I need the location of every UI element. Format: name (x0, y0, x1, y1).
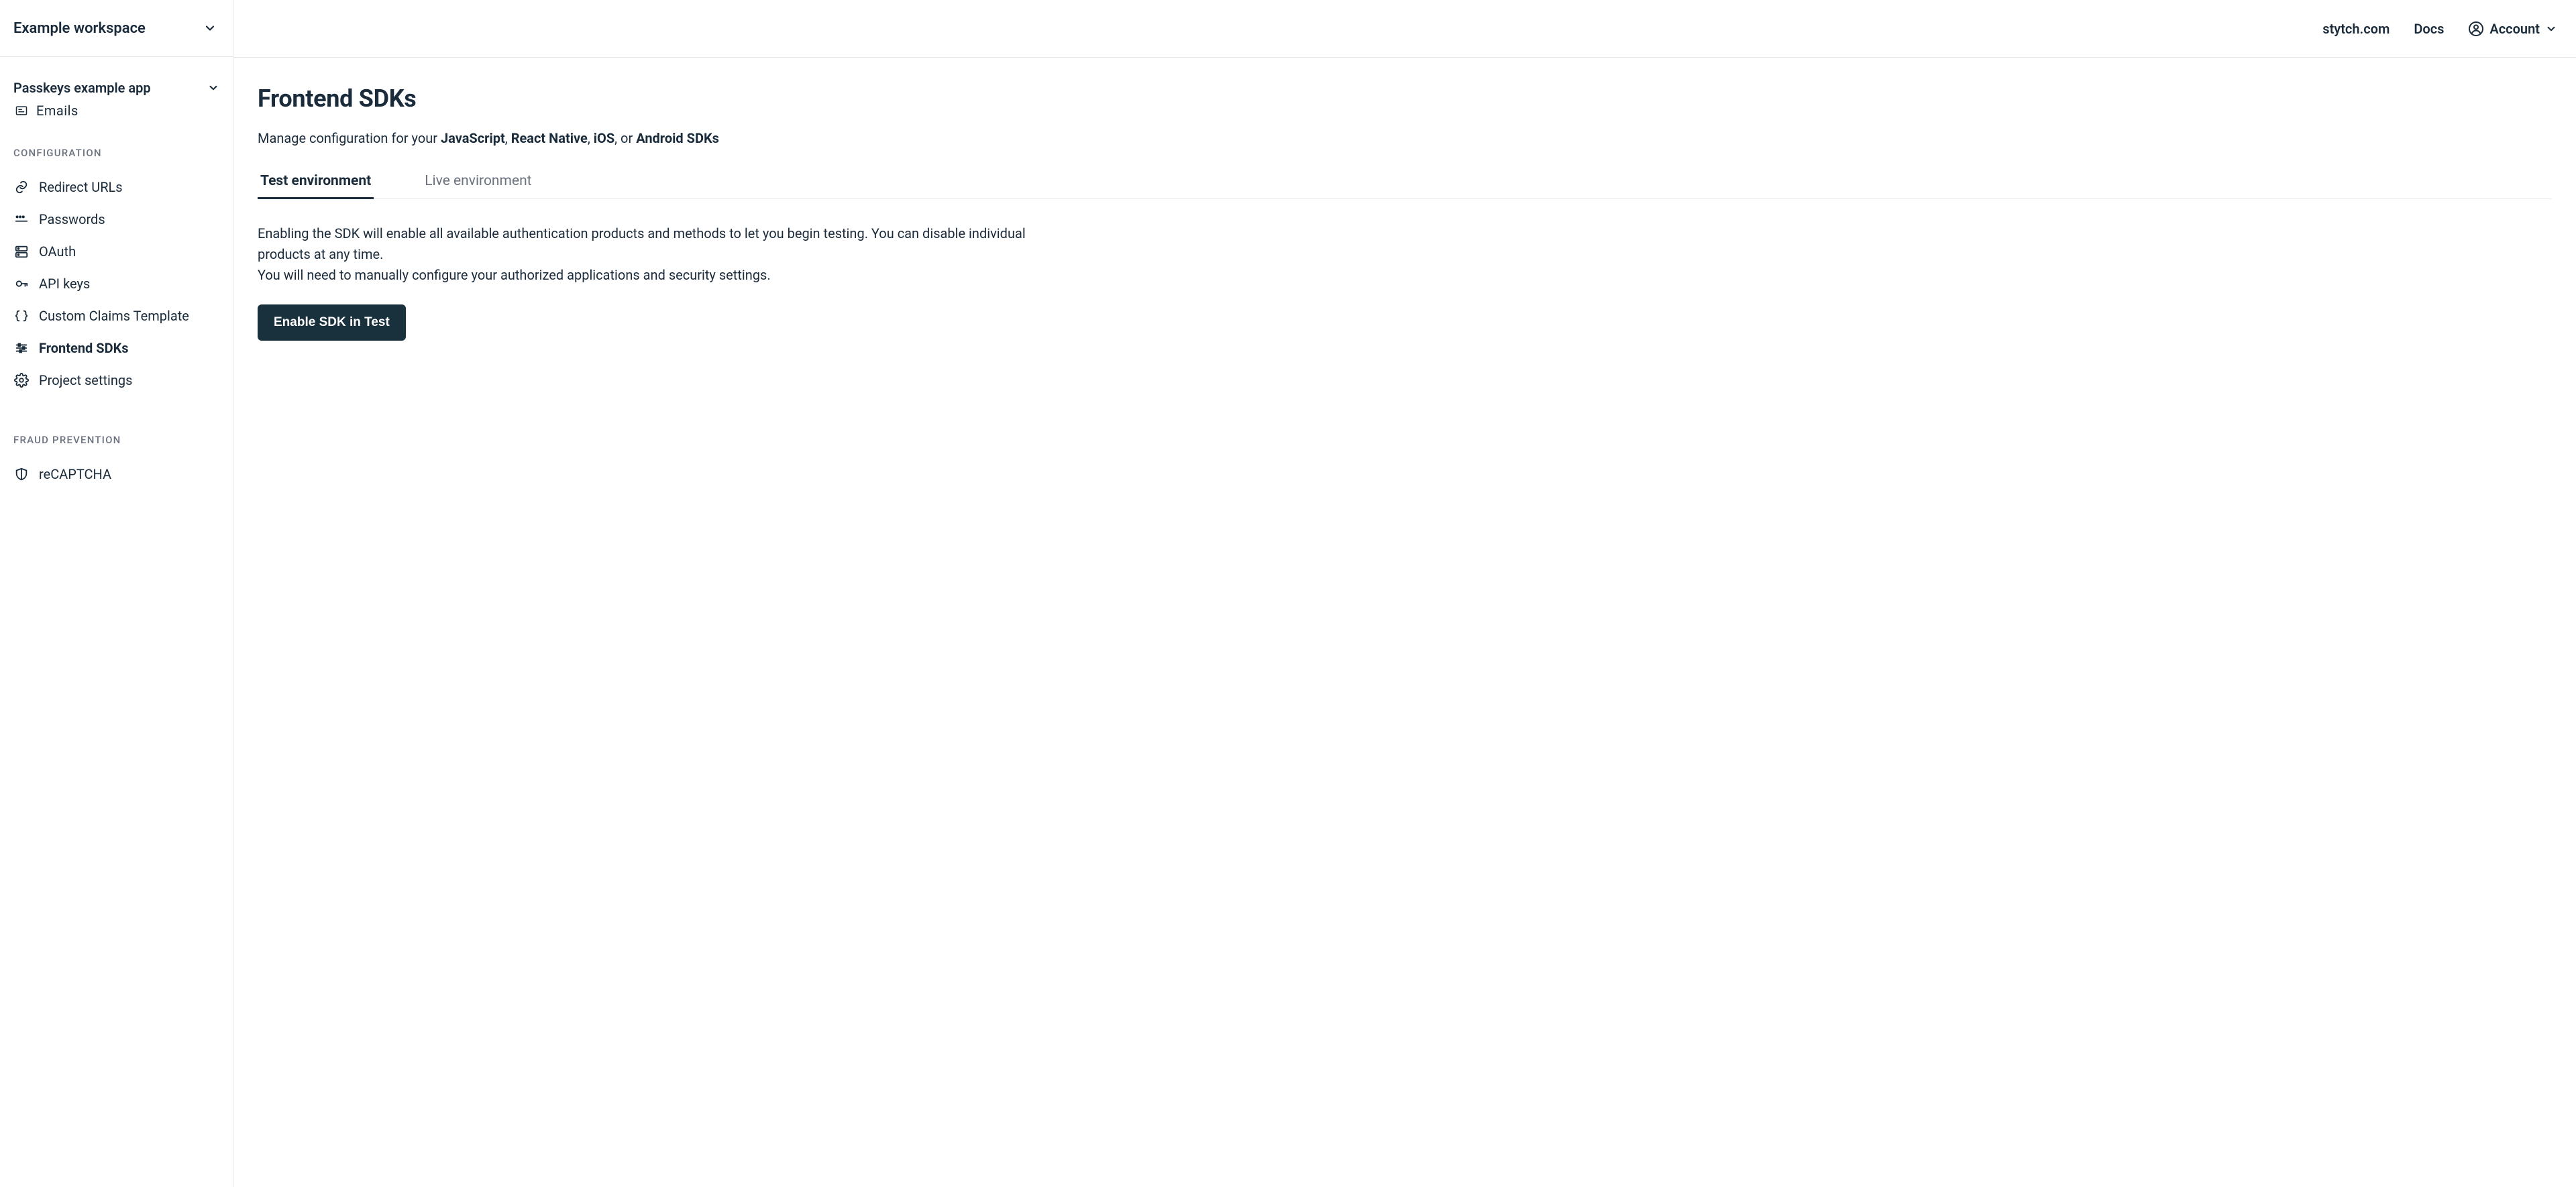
page-title: Frontend SDKs (258, 84, 2552, 113)
sidebar-item-project-settings[interactable]: Project settings (13, 364, 219, 396)
gear-icon (13, 373, 30, 388)
sliders-icon (13, 341, 30, 355)
account-label: Account (2489, 21, 2540, 37)
oauth-icon (13, 244, 30, 259)
workspace-switcher[interactable]: Example workspace (0, 0, 233, 57)
shield-icon (13, 467, 30, 482)
account-menu[interactable]: Account (2468, 21, 2557, 37)
password-icon (13, 212, 30, 227)
sidebar-item-label: Project settings (39, 372, 132, 388)
workspace-title: Example workspace (13, 20, 146, 37)
sidebar-item-label: Custom Claims Template (39, 308, 189, 324)
nav-fraud: reCAPTCHA (13, 458, 219, 490)
project-name: Passkeys example app (13, 80, 151, 96)
key-icon (13, 276, 30, 291)
tab-live-environment[interactable]: Live environment (422, 169, 534, 199)
chevron-down-icon (2545, 23, 2557, 35)
sidebar-item-label: Frontend SDKs (39, 340, 129, 356)
sidebar: Example workspace Passkeys example app E… (0, 0, 233, 1187)
sidebar-item-label: Passwords (39, 211, 105, 227)
main: stytch.com Docs Account Frontend SDKs Ma… (233, 0, 2576, 1187)
sidebar-item-label: Redirect URLs (39, 179, 123, 195)
sidebar-item-emails[interactable]: Emails (13, 103, 219, 119)
email-icon (15, 104, 28, 117)
sidebar-item-recaptcha[interactable]: reCAPTCHA (13, 458, 219, 490)
body-paragraph: Enabling the SDK will enable all availab… (258, 223, 1063, 265)
enable-sdk-button[interactable]: Enable SDK in Test (258, 304, 406, 341)
page-subtitle: Manage configuration for your JavaScript… (258, 130, 2552, 146)
section-heading-fraud-prevention: FRAUD PREVENTION (13, 434, 219, 446)
sidebar-item-frontend-sdks[interactable]: Frontend SDKs (13, 332, 219, 364)
emails-label: Emails (36, 103, 78, 119)
topbar-link-docs[interactable]: Docs (2414, 21, 2444, 37)
chevron-down-icon (203, 21, 217, 35)
section-heading-configuration: CONFIGURATION (13, 147, 219, 159)
sidebar-item-oauth[interactable]: OAuth (13, 235, 219, 268)
chevron-down-icon (207, 82, 219, 94)
body-copy: Enabling the SDK will enable all availab… (258, 223, 1063, 286)
account-icon (2468, 21, 2484, 37)
braces-icon (13, 308, 30, 323)
sidebar-item-label: OAuth (39, 243, 76, 260)
body-paragraph: You will need to manually configure your… (258, 265, 1063, 286)
environment-tabs: Test environment Live environment (258, 169, 2552, 199)
topbar: stytch.com Docs Account (233, 0, 2576, 57)
tab-test-environment[interactable]: Test environment (258, 169, 374, 199)
sidebar-item-label: API keys (39, 276, 90, 292)
sidebar-item-redirect-urls[interactable]: Redirect URLs (13, 171, 219, 203)
sidebar-item-custom-claims[interactable]: Custom Claims Template (13, 300, 219, 332)
nav-configuration: Redirect URLs Passwords OAuth (13, 171, 219, 396)
topbar-link-site[interactable]: stytch.com (2322, 21, 2390, 37)
sidebar-item-label: reCAPTCHA (39, 466, 111, 482)
link-icon (13, 180, 30, 194)
project-switcher[interactable]: Passkeys example app (13, 77, 219, 99)
sidebar-item-api-keys[interactable]: API keys (13, 268, 219, 300)
sidebar-item-passwords[interactable]: Passwords (13, 203, 219, 235)
